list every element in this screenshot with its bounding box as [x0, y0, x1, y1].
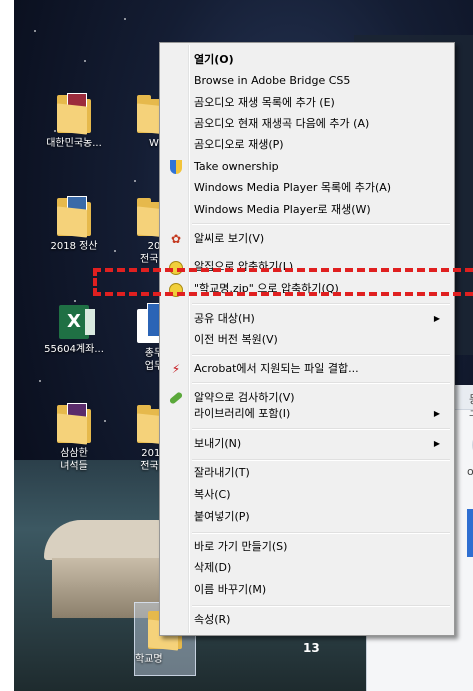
- menu-separator: [192, 382, 450, 384]
- menu-item-label: 보내기(N): [194, 437, 242, 450]
- selected-folder-label: 학교명: [135, 654, 163, 665]
- blue-panel: [467, 509, 473, 557]
- folder-icon: [57, 93, 91, 135]
- menu-item-gom-add-next[interactable]: 곰오디오 현재 재생곡 다음에 추가 (A): [162, 113, 452, 134]
- menu-item-label: 복사(C): [194, 488, 231, 501]
- menu-item-rename[interactable]: 이름 바꾸기(M): [162, 579, 452, 600]
- menu-item-label: 열기(O): [194, 53, 234, 66]
- desktop-icon[interactable]: X 55604계좌...: [34, 305, 114, 356]
- menu-item-acrobat-combine[interactable]: ⚡ Acrobat에서 지원되는 파일 결합...: [162, 358, 452, 379]
- alsee-icon: ✿: [170, 232, 182, 246]
- menu-item-label: 곰오디오로 재생(P): [194, 138, 284, 151]
- menu-separator: [192, 532, 450, 534]
- menu-item-wmp-add[interactable]: Windows Media Player 목록에 추가(A): [162, 177, 452, 198]
- fragment-text: 등구: [469, 391, 473, 423]
- menu-item-label: Acrobat에서 지원되는 파일 결합...: [194, 362, 359, 375]
- submenu-arrow-icon: ▶: [433, 314, 440, 323]
- menu-item-label: 곰오디오 재생 목록에 추가 (E): [194, 96, 335, 109]
- desktop-icon-label: 대한민국농...: [46, 138, 102, 149]
- menu-item-label: Windows Media Player 목록에 추가(A): [194, 181, 392, 194]
- context-menu[interactable]: 열기(O) Browse in Adobe Bridge CS5 곰오디오 재생…: [159, 42, 455, 636]
- menu-item-gom-play[interactable]: 곰오디오로 재생(P): [162, 134, 452, 155]
- acrobat-icon: ⚡: [171, 362, 181, 376]
- menu-separator: [192, 303, 450, 305]
- menu-item-restore-previous[interactable]: 이전 버전 복원(V): [162, 329, 452, 350]
- menu-separator: [192, 354, 450, 356]
- menu-separator: [192, 223, 450, 225]
- desktop-icon[interactable]: 대한민국농...: [34, 93, 114, 150]
- menu-item-copy[interactable]: 복사(C): [162, 484, 452, 505]
- menu-separator: [192, 459, 450, 461]
- menu-item-label: 알씨로 보기(V): [194, 232, 265, 245]
- excel-file-icon: X: [59, 305, 95, 339]
- submenu-arrow-icon: ▶: [433, 409, 440, 418]
- menu-item-delete[interactable]: 삭제(D): [162, 557, 452, 578]
- menu-item-label: 속성(R): [194, 613, 231, 626]
- menu-item-gom-add-playlist[interactable]: 곰오디오 재생 목록에 추가 (E): [162, 92, 452, 113]
- menu-item-label: 붙여넣기(P): [194, 510, 250, 523]
- menu-separator: [192, 605, 450, 607]
- menu-item-label: 이름 바꾸기(M): [194, 583, 267, 596]
- desktop-icon[interactable]: 2018 정산: [34, 196, 114, 253]
- desktop-icon[interactable]: 삼삼한 녀석들: [34, 403, 114, 473]
- menu-item-cut[interactable]: 잘라내기(T): [162, 462, 452, 483]
- menu-item-take-ownership[interactable]: Take ownership: [162, 156, 452, 177]
- menu-item-label: Browse in Adobe Bridge CS5: [194, 74, 351, 87]
- menu-item-open[interactable]: 열기(O): [162, 49, 452, 70]
- menu-item-paste[interactable]: 붙여넣기(P): [162, 506, 452, 527]
- menu-item-label: 바로 가기 만들기(S): [194, 540, 288, 553]
- menu-item-share-with[interactable]: 공유 대상(H) ▶: [162, 308, 452, 329]
- menu-item-label: 삭제(D): [194, 561, 232, 574]
- menu-separator: [192, 428, 450, 430]
- menu-item-properties[interactable]: 속성(R): [162, 609, 452, 630]
- menu-item-label: 잘라내기(T): [194, 466, 250, 479]
- menu-item-label: Take ownership: [194, 160, 279, 173]
- menu-item-create-shortcut[interactable]: 바로 가기 만들기(S): [162, 536, 452, 557]
- desktop-icon-label: 55604계좌...: [44, 344, 104, 355]
- menu-item-label: 공유 대상(H): [194, 312, 255, 325]
- menu-item-label: 곰오디오 현재 재생곡 다음에 추가 (A): [194, 117, 370, 130]
- desktop-icon-label: 삼삼한 녀석들: [60, 448, 88, 472]
- folder-icon: [57, 196, 91, 238]
- desktop-icon-label: 2018 정산: [50, 241, 98, 252]
- menu-item-label: 이전 버전 복원(V): [194, 333, 278, 346]
- menu-item-alsee-view[interactable]: ✿ 알씨로 보기(V): [162, 228, 452, 249]
- menu-item-include-library[interactable]: 라이브러리에 포함(I) ▶: [162, 403, 452, 424]
- menu-item-label: 라이브러리에 포함(I): [194, 407, 291, 420]
- menu-item-label: Windows Media Player로 재생(W): [194, 203, 371, 216]
- menu-item-adobe-bridge[interactable]: Browse in Adobe Bridge CS5: [162, 70, 452, 91]
- folder-icon: [57, 403, 91, 445]
- menu-item-send-to[interactable]: 보내기(N) ▶: [162, 433, 452, 454]
- fragment-text: ook: [467, 465, 473, 478]
- taskbar-number: 13: [303, 641, 320, 655]
- shield-icon: [168, 159, 184, 175]
- submenu-arrow-icon: ▶: [433, 439, 440, 448]
- menu-item-wmp-play[interactable]: Windows Media Player로 재생(W): [162, 199, 452, 220]
- highlight-annotation: [93, 268, 473, 296]
